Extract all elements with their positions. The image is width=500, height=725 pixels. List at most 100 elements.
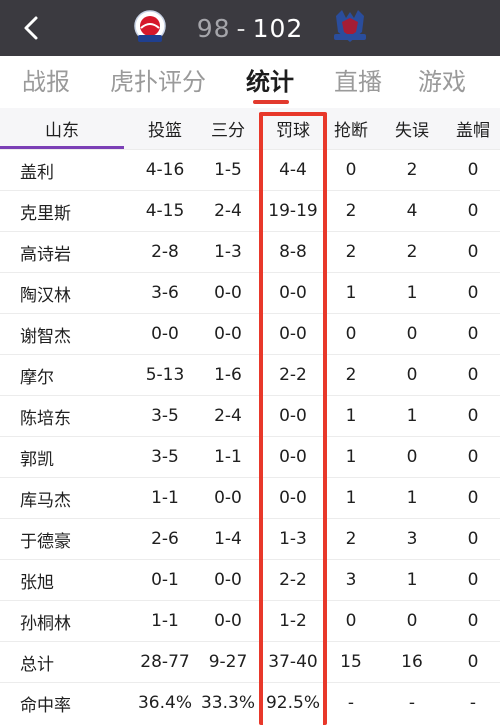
fg-cell: 2-8 (151, 242, 179, 262)
blocks-cell: 0 (467, 570, 479, 590)
table-row[interactable]: 高诗岩 2-8 1-3 8-8 2 2 0 (0, 231, 500, 272)
three-pt-cell: 1-4 (214, 529, 242, 549)
table-row[interactable]: 克里斯 4-15 2-4 19-19 2 4 0 (0, 190, 500, 231)
table-row[interactable]: 张旭 0-1 0-0 2-2 3 1 0 (0, 559, 500, 600)
ft-cell: 0-0 (279, 488, 307, 508)
table-row[interactable]: 摩尔 5-13 1-6 2-2 2 0 0 (0, 354, 500, 395)
tab-hupu-rating[interactable]: 虎扑评分 (106, 62, 210, 102)
fg-cell: 36.4% (137, 693, 192, 713)
ft-cell: 0-0 (279, 324, 307, 344)
table-row: 总计 28-77 9-27 37-40 15 16 0 (0, 641, 500, 682)
turnovers-cell: 0 (406, 447, 418, 467)
fg-cell: 2-6 (151, 529, 179, 549)
blocks-cell: 0 (467, 201, 479, 221)
player-name: 盖利 (20, 162, 54, 183)
steals-cell: 2 (345, 201, 357, 221)
three-pt-cell: 2-4 (214, 406, 242, 426)
steals-cell: 15 (340, 652, 362, 672)
chevron-left-icon (24, 16, 38, 40)
turnovers-cell: 3 (406, 529, 418, 549)
blocks-cell: 0 (467, 365, 479, 385)
three-pt-cell: 9-27 (208, 652, 248, 672)
ft-cell: 1-3 (279, 529, 307, 549)
player-name: 孙桐林 (20, 613, 71, 634)
table-row[interactable]: 库马杰 1-1 0-0 0-0 1 1 0 (0, 477, 500, 518)
ft-cell: 19-19 (268, 201, 318, 221)
blocks-cell: - (469, 693, 477, 713)
ft-cell: 1-2 (279, 611, 307, 631)
ft-cell: 4-4 (279, 160, 307, 180)
home-team-logo[interactable] (132, 8, 168, 48)
fg-cell: 5-13 (145, 365, 185, 385)
fg-cell: 1-1 (151, 611, 179, 631)
turnovers-cell: 0 (406, 324, 418, 344)
table-row[interactable]: 谢智杰 0-0 0-0 0-0 0 0 0 (0, 313, 500, 354)
blocks-cell: 0 (467, 447, 479, 467)
blocks-cell: 0 (467, 324, 479, 344)
steals-cell: 0 (345, 611, 357, 631)
player-name: 郭凯 (20, 449, 54, 470)
tab-stats[interactable]: 统计 (242, 62, 298, 102)
fg-cell: 4-15 (145, 201, 185, 221)
column-header-blk: 盖帽 (456, 121, 490, 141)
ft-cell: 2-2 (279, 365, 307, 385)
fg-cell: 28-77 (140, 652, 190, 672)
blocks-cell: 0 (467, 406, 479, 426)
steals-cell: 2 (345, 529, 357, 549)
steals-cell: 2 (345, 242, 357, 262)
turnovers-cell: 2 (406, 160, 418, 180)
tab-game[interactable]: 游戏 (414, 62, 470, 102)
fg-cell: 0-0 (151, 324, 179, 344)
table-row[interactable]: 陈培东 3-5 2-4 0-0 1 1 0 (0, 395, 500, 436)
table-header: 山东 投篮 三分 罚球 抢断 失误 盖帽 (0, 108, 500, 149)
tab-live[interactable]: 直播 (330, 62, 386, 102)
blocks-cell: 0 (467, 160, 479, 180)
ft-cell: 8-8 (279, 242, 307, 262)
turnovers-cell: 1 (406, 406, 418, 426)
turnovers-cell: 0 (406, 611, 418, 631)
three-pt-cell: 1-5 (214, 160, 242, 180)
ft-cell: 0-0 (279, 406, 307, 426)
column-header-fg: 投篮 (148, 121, 182, 141)
away-team-logo[interactable] (330, 8, 366, 48)
blocks-cell: 0 (467, 283, 479, 303)
ft-cell: 37-40 (268, 652, 318, 672)
turnovers-cell: 1 (406, 570, 418, 590)
ft-cell: 0-0 (279, 283, 307, 303)
steals-cell: 0 (345, 324, 357, 344)
three-pt-cell: 0-0 (214, 611, 242, 631)
score: 98 - 102 (180, 8, 320, 48)
player-name: 高诗岩 (20, 244, 71, 265)
three-pt-cell: 33.3% (200, 693, 255, 713)
three-pt-cell: 1-1 (214, 447, 242, 467)
steals-cell: 1 (345, 488, 357, 508)
fg-cell: 3-6 (151, 283, 179, 303)
steals-cell: 1 (345, 283, 357, 303)
team-name-header[interactable]: 山东 (0, 108, 124, 149)
steals-cell: 3 (345, 570, 357, 590)
three-pt-cell: 0-0 (214, 570, 242, 590)
column-header-3p: 三分 (211, 121, 245, 141)
blocks-cell: 0 (467, 652, 479, 672)
fg-cell: 3-5 (151, 406, 179, 426)
three-pt-cell: 0-0 (214, 324, 242, 344)
turnovers-cell: 2 (406, 242, 418, 262)
ft-cell: 2-2 (279, 570, 307, 590)
table-row[interactable]: 孙桐林 1-1 0-0 1-2 0 0 0 (0, 600, 500, 641)
player-name: 张旭 (20, 572, 54, 593)
three-pt-cell: 0-0 (214, 488, 242, 508)
back-button[interactable] (14, 10, 50, 46)
player-name: 于德豪 (20, 531, 71, 552)
away-score: 102 (252, 13, 304, 43)
table-row[interactable]: 郭凯 3-5 1-1 0-0 1 0 0 (0, 436, 500, 477)
table-row[interactable]: 于德豪 2-6 1-4 1-3 2 3 0 (0, 518, 500, 559)
turnovers-cell: - (408, 693, 416, 713)
table-row[interactable]: 盖利 4-16 1-5 4-4 0 2 0 (0, 149, 500, 190)
fg-cell: 1-1 (151, 488, 179, 508)
table-row[interactable]: 陶汉林 3-6 0-0 0-0 1 1 0 (0, 272, 500, 313)
turnovers-cell: 1 (406, 488, 418, 508)
tab-report[interactable]: 战报 (18, 62, 74, 102)
blocks-cell: 0 (467, 242, 479, 262)
player-name: 命中率 (20, 695, 71, 716)
table-row: 命中率 36.4% 33.3% 92.5% - - - (0, 682, 500, 723)
